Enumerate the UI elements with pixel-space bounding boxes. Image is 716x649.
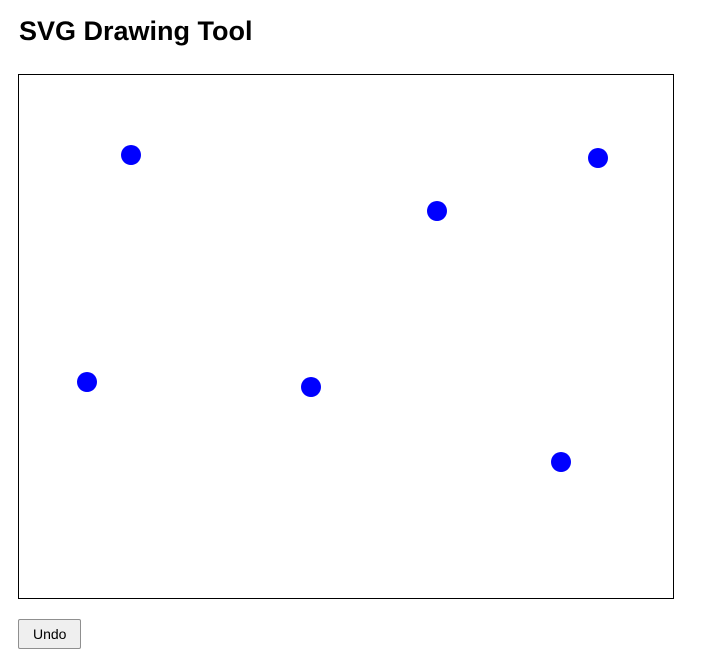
drawing-canvas[interactable] — [18, 74, 674, 599]
page-title: SVG Drawing Tool — [19, 16, 253, 46]
drawn-dot-3 — [427, 201, 447, 221]
drawn-dot-6 — [551, 452, 571, 472]
drawing-svg[interactable] — [19, 75, 673, 598]
drawn-dot-4 — [77, 372, 97, 392]
undo-button[interactable]: Undo — [18, 619, 82, 649]
drawn-dot-2 — [588, 148, 608, 168]
drawn-dot-1 — [121, 145, 141, 165]
drawn-dot-5 — [301, 377, 321, 397]
